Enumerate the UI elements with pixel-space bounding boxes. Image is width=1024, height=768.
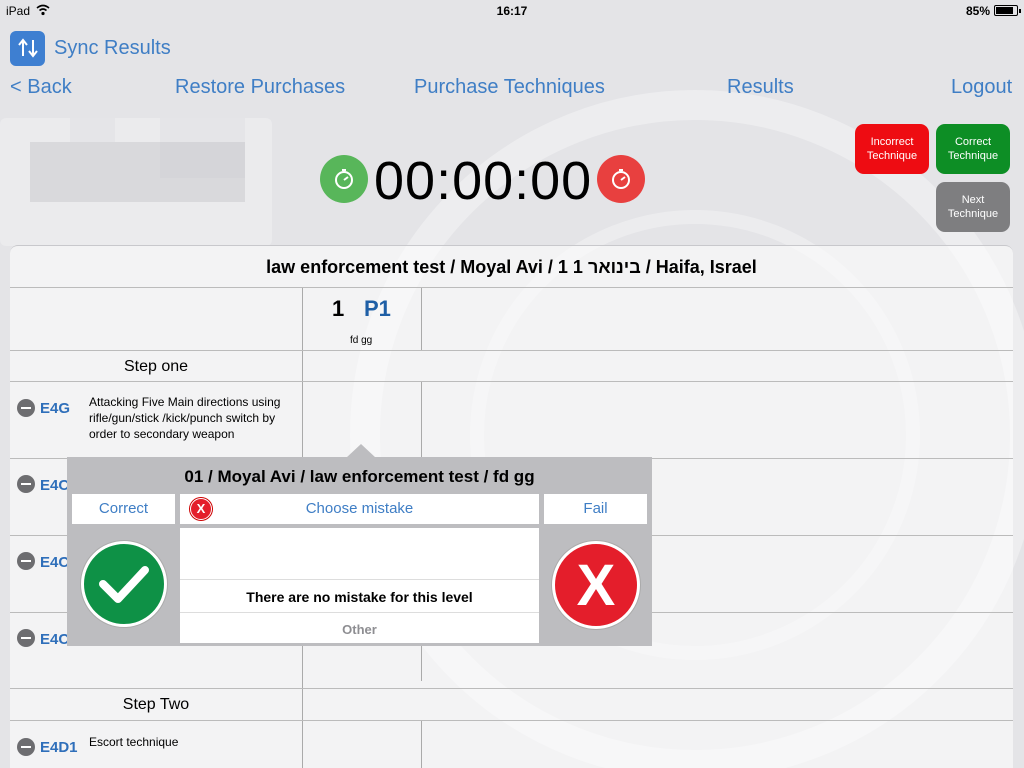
choose-mistake-header[interactable]: X Choose mistake: [180, 494, 539, 524]
purchase-techniques-button[interactable]: Purchase Techniques: [414, 76, 605, 99]
technique-code: E4C: [40, 554, 70, 571]
column-divider: [421, 288, 422, 350]
background-logo: [0, 118, 272, 246]
restore-purchases-button[interactable]: Restore Purchases: [175, 76, 345, 99]
battery-fill: [996, 7, 1013, 14]
fail-x-icon: X: [576, 552, 616, 618]
correct-button[interactable]: [81, 541, 167, 627]
technique-description: Escort technique: [89, 735, 179, 749]
remove-row-icon[interactable]: [17, 629, 35, 647]
table-title: law enforcement test / Moyal Avi / 1 1 ב…: [10, 246, 1013, 288]
logo-shape: [30, 142, 245, 202]
fail-button[interactable]: X: [552, 541, 640, 629]
fail-header[interactable]: Fail: [544, 494, 647, 524]
mistake-other-option[interactable]: Other: [180, 618, 539, 642]
stopwatch-icon: [335, 169, 353, 189]
remove-row-icon[interactable]: [17, 475, 35, 493]
grading-popup: 01 / Moyal Avi / law enforcement test / …: [67, 457, 652, 646]
correct-header[interactable]: Correct: [72, 494, 175, 524]
technique-code: E4D1: [40, 739, 78, 756]
logout-button[interactable]: Logout: [951, 76, 1012, 99]
technique-code: E4C: [40, 631, 70, 648]
timer-display: 00:00:00: [374, 151, 593, 211]
sync-results-button[interactable]: Sync Results: [10, 30, 171, 66]
technique-description: Attacking Five Main directions using rif…: [89, 395, 281, 441]
technique-code: E4C: [40, 477, 70, 494]
student-label: fd gg: [350, 335, 373, 346]
row-divider: [10, 381, 1013, 382]
remove-row-icon[interactable]: [17, 738, 35, 756]
row-divider: [10, 688, 1013, 689]
popup-arrow: [346, 444, 376, 458]
timer: 00:00:00: [320, 150, 650, 211]
mistake-list: There are no mistake for this level Othe…: [180, 528, 539, 643]
stop-timer-button[interactable]: [597, 155, 645, 203]
remove-row-icon[interactable]: [17, 399, 35, 417]
popup-title: 01 / Moyal Avi / law enforcement test / …: [184, 467, 535, 486]
choose-mistake-label: Choose mistake: [305, 500, 414, 517]
sync-results-label: Sync Results: [54, 36, 171, 59]
student-code[interactable]: P1: [364, 296, 391, 322]
student-number: 1: [332, 296, 345, 321]
column-divider: [421, 720, 422, 768]
checkmark-icon: [99, 566, 149, 603]
incorrect-technique-button[interactable]: Incorrect Technique: [855, 124, 929, 174]
battery-percentage: 85%: [965, 4, 990, 18]
clock: 16:17: [496, 4, 528, 18]
logo-shape: [70, 118, 115, 142]
mistake-list-item[interactable]: There are no mistake for this level: [180, 581, 539, 613]
correct-technique-label: Correct Technique: [947, 136, 999, 162]
incorrect-technique-label: Incorrect Technique: [866, 136, 918, 162]
back-button[interactable]: < Back: [10, 76, 72, 99]
battery-icon: [994, 5, 1021, 16]
technique-code: E4G: [40, 400, 71, 417]
results-button[interactable]: Results: [727, 76, 794, 99]
close-icon[interactable]: X: [190, 498, 212, 520]
start-timer-button[interactable]: [320, 155, 368, 203]
row-divider: [10, 720, 1013, 721]
status-bar: iPad 16:17 85%: [0, 0, 1024, 22]
step-two-label: Step Two: [122, 696, 190, 713]
mistake-list-blank-row: [180, 528, 539, 580]
top-navigation: < Back Restore Purchases Purchase Techni…: [0, 76, 1024, 102]
step-one-label: Step one: [123, 358, 189, 375]
sync-arrows-icon: [10, 30, 45, 66]
correct-technique-button[interactable]: Correct Technique: [936, 124, 1010, 174]
next-technique-button[interactable]: Next Technique: [936, 182, 1010, 232]
row-divider: [10, 350, 1013, 351]
next-technique-label: Next Technique: [947, 194, 999, 220]
stopwatch-icon: [612, 169, 630, 189]
remove-row-icon[interactable]: [17, 552, 35, 570]
